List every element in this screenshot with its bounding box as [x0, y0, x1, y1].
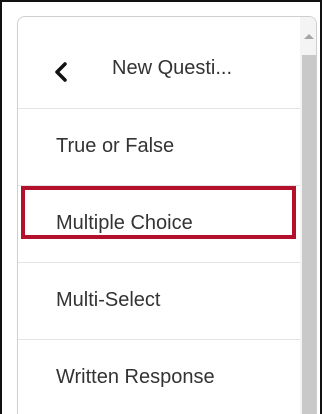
- menu-item-true-or-false[interactable]: True or False: [18, 109, 300, 186]
- menu-title: New Questi...: [112, 57, 233, 79]
- menu-item-written-response[interactable]: Written Response: [18, 340, 300, 414]
- menu-item-label: Written Response: [56, 366, 215, 388]
- menu-item-label: Multi-Select: [56, 289, 161, 311]
- highlight-box: [21, 186, 296, 239]
- menu-item-multi-select[interactable]: Multi-Select: [18, 263, 300, 340]
- vertical-scrollbar[interactable]: [300, 17, 316, 414]
- chevron-left-icon[interactable]: [53, 61, 69, 83]
- scrollbar-thumb[interactable]: [302, 55, 316, 414]
- scroll-up-arrow-icon[interactable]: [303, 27, 315, 39]
- menu-header: New Questi...: [18, 17, 300, 109]
- menu-item-label: True or False: [56, 135, 175, 157]
- question-type-menu: New Questi... True or False Multiple Cho…: [17, 16, 317, 414]
